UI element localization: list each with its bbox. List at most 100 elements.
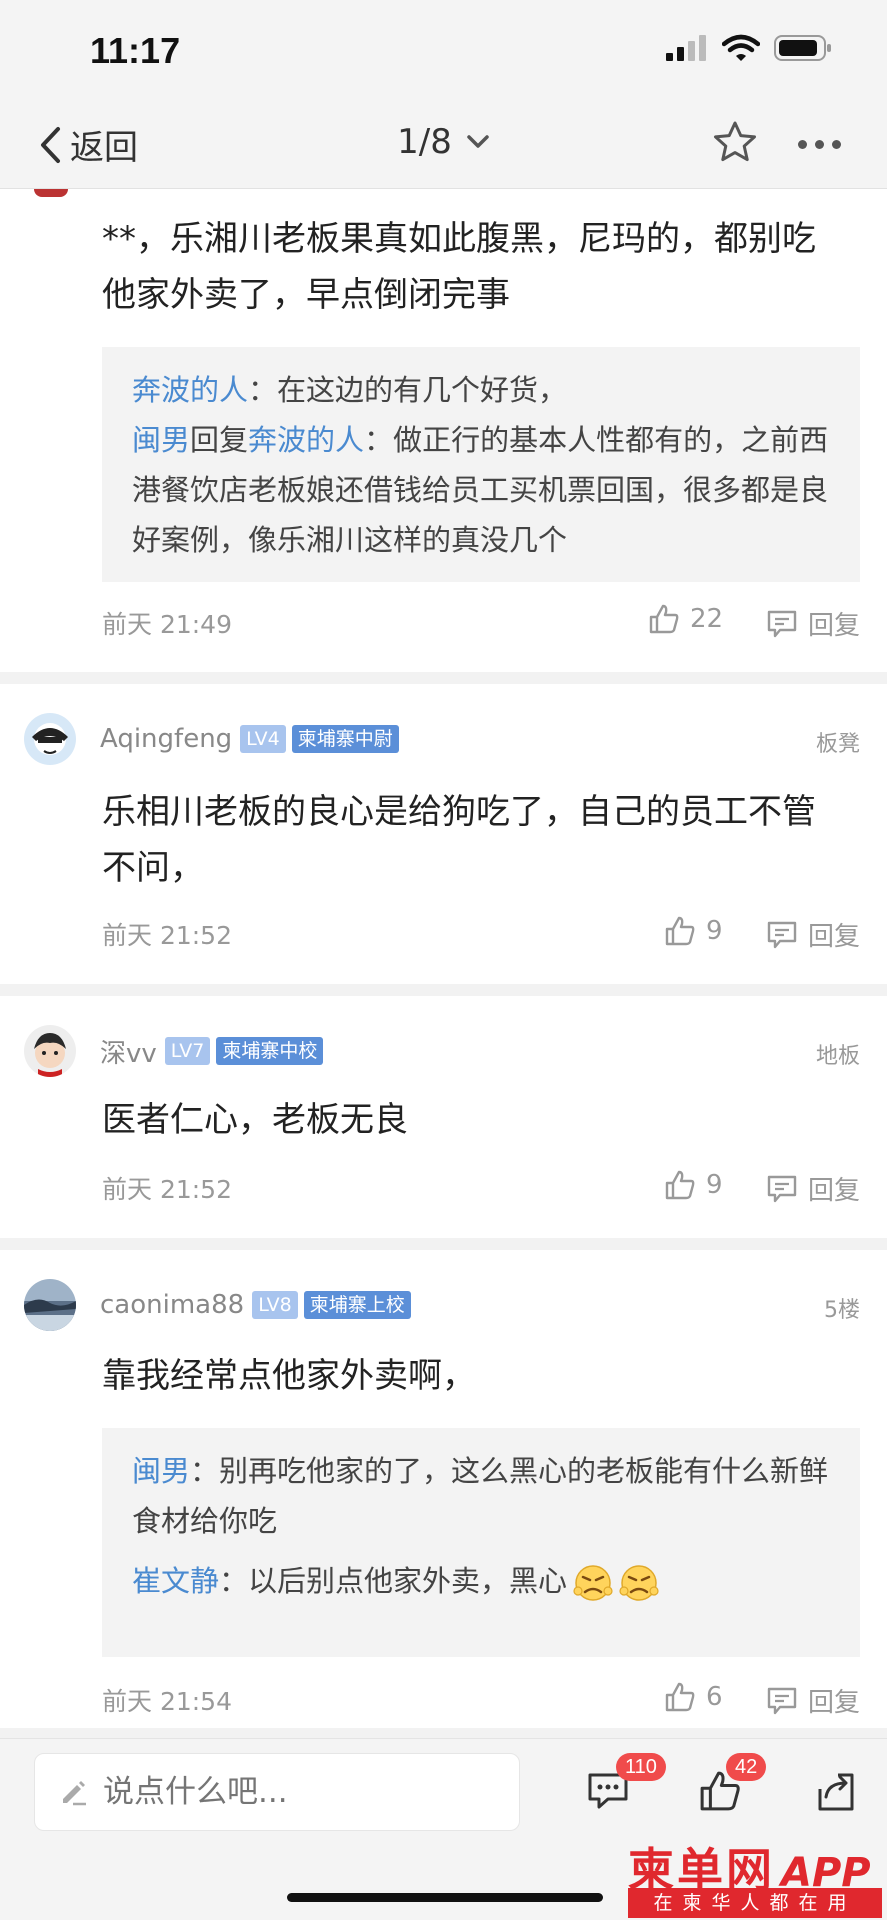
thumbs-up-icon [665, 1170, 695, 1200]
reply-line: 崔文静：以后别点他家外卖，黑心 [132, 1556, 830, 1606]
comment-input[interactable] [101, 1773, 485, 1811]
reply-button[interactable]: 回复 [766, 605, 860, 642]
reply-line: 闽男回复奔波的人：做正行的基本人性都有的，之前西港餐饮店老板娘还借钱给员工买机票… [132, 415, 830, 565]
reply-label: 回复 [807, 611, 860, 641]
signal-icon [666, 35, 706, 61]
back-label: 返回 [70, 128, 138, 168]
level-badge: LV7 [164, 1037, 211, 1065]
comment-text: 靠我经常点他家外卖啊， [102, 1356, 476, 1396]
more-dot-icon [815, 140, 824, 149]
avatar-image [24, 1279, 76, 1331]
share-button[interactable] [814, 1769, 858, 1817]
reply-quote-box: 闽男：别再吃他家的了，这么黑心的老板能有什么新鲜食材给你吃 崔文静：以后别点他家… [102, 1428, 860, 1657]
comment-input-box[interactable] [34, 1753, 520, 1831]
comment-icon [767, 610, 797, 637]
more-button[interactable] [798, 140, 841, 149]
username[interactable]: caonima88 [100, 1290, 244, 1320]
like-count: 22 [690, 604, 724, 634]
like-count: 9 [706, 1170, 723, 1200]
chevron-left-icon [41, 126, 60, 163]
thumbs-up-icon [665, 916, 695, 946]
rank-badge: 柬埔寨上校 [303, 1291, 411, 1319]
username[interactable]: 深vv [100, 1033, 157, 1070]
rank-badge: 柬埔寨中校 [216, 1037, 324, 1065]
floor-label: 板凳 [815, 732, 860, 757]
avatar[interactable] [24, 1279, 76, 1331]
more-dot-icon [832, 140, 841, 149]
comment-text: 乐相川老板的良心是给狗吃了，自己的员工不管不问， [102, 792, 816, 888]
comment-item: Aqingfeng LV4 柬埔寨中尉 板凳 乐相川老板的良心是给狗吃了，自己的… [0, 684, 887, 996]
chevron-down-icon [467, 135, 489, 148]
back-button[interactable]: 返回 [38, 120, 138, 169]
reply-separator: ： [248, 373, 278, 407]
reply-username[interactable]: 闽男 [132, 1454, 190, 1488]
comment-item: caonima88 LV8 柬埔寨上校 5楼 靠我经常点他家外卖啊， 闽男：别再… [0, 1250, 887, 1740]
comments-count-badge: 110 [616, 1753, 666, 1781]
rank-badge: 柬埔寨中尉 [291, 725, 399, 753]
battery-icon [774, 35, 831, 61]
reply-label: 回复 [807, 1688, 860, 1718]
like-count: 6 [706, 1682, 723, 1712]
reply-line: 闽男：别再吃他家的了，这么黑心的老板能有什么新鲜食材给你吃 [132, 1446, 830, 1546]
comment-icon [767, 1687, 797, 1714]
angry-face-emoji-icon [619, 1565, 659, 1601]
likes-count-badge: 42 [726, 1753, 767, 1781]
reply-to-label: 回复 [190, 423, 249, 457]
comment-time: 前天 21:52 [102, 1175, 232, 1204]
like-post-button[interactable]: 42 [698, 1753, 767, 1817]
status-time: 11:17 [90, 30, 181, 71]
avatar[interactable] [24, 1025, 76, 1077]
wifi-icon [722, 34, 760, 61]
reply-username[interactable]: 崔文静 [132, 1556, 219, 1606]
reply-username[interactable]: 闽男 [132, 423, 190, 457]
home-indicator [287, 1893, 603, 1902]
comment-item: 深vv LV7 柬埔寨中校 地板 医者仁心，老板无良 前天 21:52 9 回复 [0, 996, 887, 1250]
reply-separator: ： [219, 1564, 249, 1598]
reply-text: 以后别点他家外卖，黑心 [248, 1564, 568, 1598]
comment-text: 医者仁心，老板无良 [102, 1100, 408, 1140]
reply-separator: ： [364, 423, 394, 457]
comment-item: **，乐湘川老板果真如此腹黑，尼玛的，都别吃他家外卖了，早点倒闭完事 奔波的人：… [0, 189, 887, 684]
thumbs-up-icon [649, 604, 679, 634]
reply-button[interactable]: 回复 [766, 1682, 860, 1719]
reply-button[interactable]: 回复 [766, 916, 860, 953]
avatar-image [24, 1025, 76, 1077]
status-bar: 11:17 [0, 0, 887, 100]
reply-text: 别再吃他家的了，这么黑心的老板能有什么新鲜食材给你吃 [132, 1454, 829, 1538]
like-button[interactable]: 9 [664, 1169, 723, 1201]
nav-bar: 返回 1/8 [0, 100, 887, 189]
thumbs-up-icon [665, 1682, 695, 1712]
like-button[interactable]: 22 [648, 603, 723, 635]
like-button[interactable]: 9 [664, 915, 723, 947]
comments-button[interactable]: 110 [586, 1753, 666, 1817]
comment-icon [767, 1175, 797, 1202]
favorite-button[interactable] [712, 120, 758, 168]
floor-label: 地板 [815, 1044, 860, 1069]
reply-separator: ： [190, 1454, 220, 1488]
more-dot-icon [798, 140, 807, 149]
level-badge: LV4 [240, 725, 286, 753]
reply-line: 奔波的人：在这边的有几个好货， [132, 365, 830, 415]
reply-username[interactable]: 奔波的人 [248, 423, 364, 457]
comment-time: 前天 21:52 [102, 921, 232, 950]
status-icons [666, 34, 832, 62]
comment-icon [767, 921, 797, 948]
page-selector[interactable]: 1/8 [397, 122, 490, 162]
reply-username[interactable]: 奔波的人 [132, 373, 248, 407]
level-badge: LV8 [252, 1291, 298, 1319]
comment-time: 前天 21:54 [102, 1687, 232, 1716]
username[interactable]: Aqingfeng [100, 724, 232, 754]
reply-label: 回复 [807, 1176, 860, 1206]
page-indicator: 1/8 [397, 122, 452, 162]
reply-button[interactable]: 回复 [766, 1170, 860, 1207]
brand-slogan: 在柬华人都在用 [628, 1888, 882, 1918]
comment-time: 前天 21:49 [102, 610, 232, 639]
like-button[interactable]: 6 [664, 1681, 723, 1713]
like-count: 9 [706, 916, 723, 946]
pencil-icon [63, 1781, 86, 1806]
reply-text: 在这边的有几个好货， [277, 373, 568, 407]
avatar[interactable] [24, 713, 76, 765]
angry-face-emoji-icon [573, 1565, 613, 1601]
share-icon [818, 1773, 854, 1811]
reply-label: 回复 [807, 922, 860, 952]
